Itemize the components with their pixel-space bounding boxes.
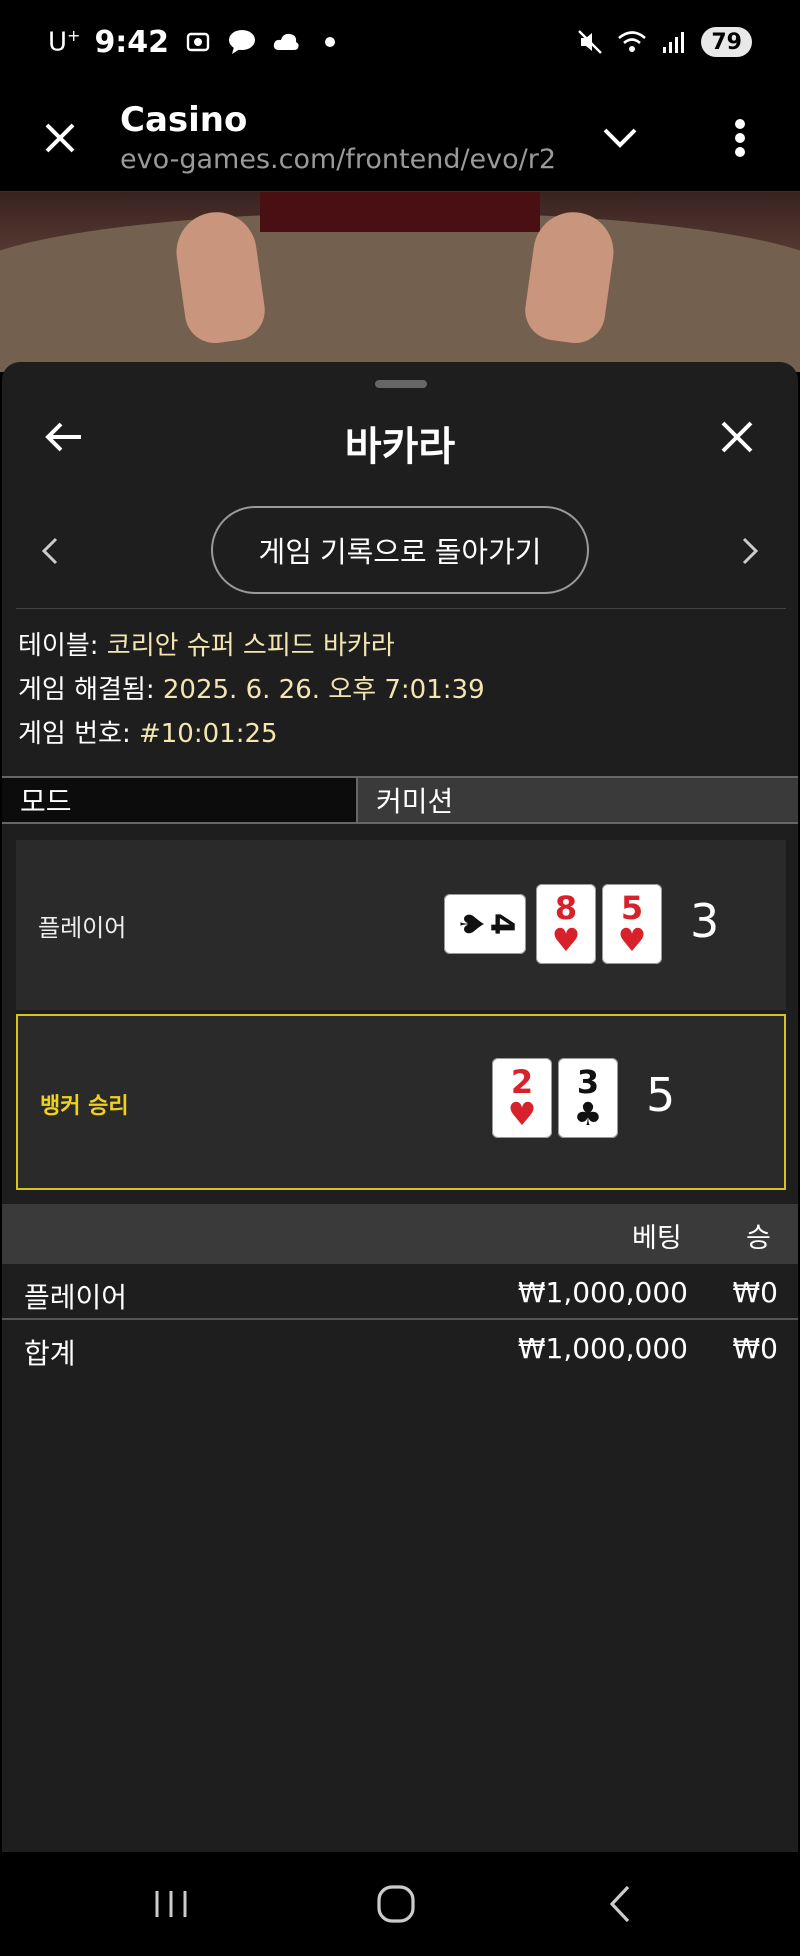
panel-header: 바카라: [2, 392, 798, 482]
live-video: [0, 192, 800, 372]
round-navigation: 게임 기록으로 돌아가기: [2, 506, 798, 596]
tab-mode[interactable]: 모드: [2, 778, 358, 822]
resolved-info: 게임 해결됨: 2025. 6. 26. 오후 7:01:39: [18, 675, 485, 705]
chevron-left-icon[interactable]: [30, 528, 70, 574]
status-bar: U+ 9:42 79: [0, 0, 800, 84]
playing-card: ♠ 4: [444, 894, 526, 954]
panel-title: 바카라: [344, 424, 456, 470]
mute-icon: [575, 27, 605, 57]
back-icon[interactable]: [590, 1878, 650, 1930]
table-row: 합계 ₩1,000,000 ₩0: [2, 1322, 798, 1376]
player-result: 플레이어 ♠ 4 8 ♥ 5 ♥ 3: [16, 840, 786, 1010]
home-icon[interactable]: [366, 1878, 426, 1930]
tab-commission[interactable]: 커미션: [358, 778, 798, 822]
screenshot-icon: [183, 27, 213, 57]
table-info: 테이블: 코리안 슈퍼 스피드 바카라: [18, 631, 395, 661]
table-row: 플레이어 ₩1,000,000 ₩0: [2, 1266, 798, 1320]
win-amount: ₩0: [732, 1276, 779, 1309]
total-bet: ₩1,000,000: [517, 1332, 688, 1365]
talk-icon: [227, 27, 257, 57]
game-number-info: 게임 번호: #10:01:25: [18, 719, 278, 749]
bet-name: 플레이어: [24, 1281, 128, 1314]
chevron-down-icon[interactable]: [590, 108, 650, 168]
page-title: Casino: [120, 100, 248, 140]
carrier-label: U+: [48, 26, 81, 58]
page-url[interactable]: evo-games.com/frontend/evo/r2: [120, 144, 556, 175]
bet-column-header: 베팅: [632, 1223, 682, 1254]
wifi-icon: [617, 27, 647, 57]
playing-card: 5 ♥: [602, 884, 662, 964]
total-label: 합계: [24, 1337, 76, 1370]
close-icon[interactable]: [707, 412, 767, 462]
dealer-shirt: [260, 192, 540, 232]
info-tabs: 모드 커미션: [2, 776, 798, 824]
win-column-header: 승: [746, 1223, 771, 1254]
more-vertical-icon[interactable]: [710, 108, 770, 168]
player-label: 플레이어: [38, 914, 127, 942]
playing-card: 2 ♥: [492, 1058, 552, 1138]
browser-toolbar: Casino evo-games.com/frontend/evo/r2: [0, 84, 800, 192]
dot-icon: [315, 27, 345, 57]
close-icon[interactable]: [30, 108, 90, 168]
cloud-icon: [271, 27, 301, 57]
playing-card: 3 ♣: [558, 1058, 618, 1138]
recent-apps-icon[interactable]: [141, 1878, 201, 1930]
table-surface: [0, 212, 800, 372]
game-info: 테이블: 코리안 슈퍼 스피드 바카라 게임 해결됨: 2025. 6. 26.…: [18, 624, 485, 756]
drag-handle[interactable]: [375, 380, 427, 388]
bet-amount: ₩1,000,000: [517, 1276, 688, 1309]
banker-result: 뱅커 승리 2 ♥ 3 ♣ 5: [16, 1014, 786, 1190]
battery-indicator: 79: [701, 27, 752, 57]
banker-win-label: 뱅커 승리: [40, 1094, 129, 1119]
game-history-panel: 바카라 게임 기록으로 돌아가기 테이블: 코리안 슈퍼 스피드 바카라 게임 …: [2, 362, 798, 1852]
player-score: 3: [690, 894, 720, 948]
banker-score: 5: [646, 1068, 676, 1122]
clock: 9:42: [94, 24, 170, 60]
divider: [16, 608, 786, 609]
back-to-history-button[interactable]: 게임 기록으로 돌아가기: [211, 506, 589, 594]
chevron-right-icon[interactable]: [730, 528, 770, 574]
signal-icon: [659, 27, 689, 57]
system-navigation-bar: [0, 1852, 800, 1956]
bets-header: 베팅 승: [2, 1204, 798, 1264]
total-win: ₩0: [732, 1332, 779, 1365]
playing-card: 8 ♥: [536, 884, 596, 964]
